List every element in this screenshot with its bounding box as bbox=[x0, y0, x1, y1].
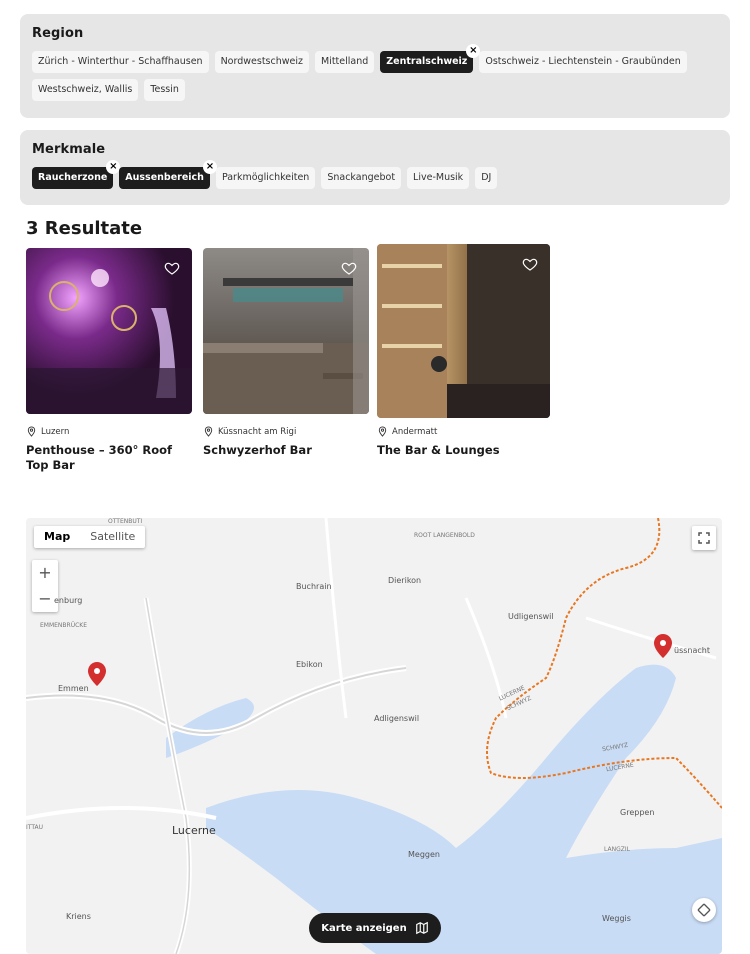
region-chips: Zürich - Winterthur - Schaffhausen Nordwe… bbox=[32, 44, 718, 101]
result-image[interactable] bbox=[26, 248, 192, 414]
filter-chip-label: Raucherzone bbox=[38, 172, 108, 183]
recenter-icon bbox=[697, 903, 711, 917]
result-image[interactable] bbox=[203, 248, 369, 414]
filter-chip-label: Nordwestschweiz bbox=[220, 56, 303, 67]
filter-chip-label: DJ bbox=[481, 172, 492, 183]
filter-chip[interactable]: Aussenbereich × bbox=[119, 160, 217, 189]
result-name[interactable]: Schwyzerhof Bar bbox=[203, 443, 369, 458]
map-label-ittau: ITTAU bbox=[26, 824, 44, 831]
filter-chip[interactable]: DJ bbox=[475, 167, 498, 189]
features-title: Merkmale bbox=[32, 142, 106, 157]
map-label-langzil: LANGZIL bbox=[604, 846, 630, 853]
filter-chip[interactable]: Nordwestschweiz bbox=[214, 51, 309, 73]
show-map-label: Karte anzeigen bbox=[321, 922, 407, 934]
remove-filter-icon[interactable]: × bbox=[202, 160, 217, 174]
filter-chip-label: Snackangebot bbox=[327, 172, 396, 183]
map-type-tabs: Map Satellite bbox=[34, 526, 146, 548]
fullscreen-button[interactable] bbox=[692, 526, 716, 550]
filter-chip[interactable]: Live-Musik bbox=[407, 167, 470, 189]
map-tab-map[interactable]: Map bbox=[34, 526, 80, 548]
result-location: Küssnacht am Rigi bbox=[203, 426, 369, 437]
results-map[interactable]: Map Satellite + − OTTENBÜTI Buchrain Die… bbox=[26, 518, 722, 954]
map-pin-icon[interactable] bbox=[654, 634, 672, 658]
recenter-button[interactable] bbox=[692, 898, 716, 922]
result-card[interactable]: Küssnacht am Rigi Schwyzerhof Bar bbox=[203, 248, 369, 458]
heart-icon[interactable] bbox=[341, 260, 357, 276]
filter-chip-label: Mittelland bbox=[321, 56, 369, 67]
map-label-buchrain: Buchrain bbox=[296, 582, 332, 591]
map-pin-icon[interactable] bbox=[88, 662, 106, 686]
map-label-greppen: Greppen bbox=[620, 808, 655, 817]
map-label-dierikon: Dierikon bbox=[388, 576, 422, 585]
map-label-ebikon: Ebikon bbox=[296, 660, 323, 669]
remove-filter-icon[interactable]: × bbox=[106, 160, 121, 174]
result-card[interactable]: Luzern Penthouse – 360° Roof Top Bar bbox=[26, 248, 192, 473]
remove-filter-icon[interactable]: × bbox=[466, 44, 481, 58]
location-pin-icon bbox=[204, 426, 213, 437]
filter-chip-label: Zentralschweiz bbox=[386, 56, 468, 67]
map-label-lucerne: Lucerne bbox=[172, 824, 216, 837]
map-label-kriens: Kriens bbox=[66, 912, 91, 921]
location-pin-icon bbox=[378, 426, 387, 437]
filter-chip[interactable]: Ostschweiz - Liechtenstein - Graubünden bbox=[479, 51, 687, 73]
filter-chip-label: Aussenbereich bbox=[125, 172, 204, 183]
heart-icon[interactable] bbox=[522, 256, 538, 272]
result-location-text: Luzern bbox=[41, 426, 70, 437]
zoom-in-button[interactable]: + bbox=[32, 560, 58, 586]
filter-chip[interactable]: Zentralschweiz × bbox=[380, 44, 481, 73]
filter-chip-label: Tessin bbox=[150, 84, 179, 95]
map-label-emmenbrucke: EMMENBRÜCKE bbox=[40, 622, 88, 629]
features-filter-panel: Merkmale Raucherzone × Aussenbereich × Parkm… bbox=[20, 130, 730, 205]
map-label-weggis: Weggis bbox=[602, 914, 631, 923]
result-location: Luzern bbox=[26, 426, 192, 437]
show-map-button[interactable]: Karte anzeigen bbox=[309, 913, 441, 943]
filter-chip-label: Westschweiz, Wallis bbox=[38, 84, 133, 95]
map-label-ottenbuti: OTTENBÜTI bbox=[108, 518, 143, 525]
filter-chip-label: Parkmöglichkeiten bbox=[221, 172, 310, 183]
filter-chip-label: Ostschweiz - Liechtenstein - Graubünden bbox=[485, 56, 681, 67]
heart-icon[interactable] bbox=[164, 260, 180, 276]
filter-chip[interactable]: Westschweiz, Wallis bbox=[32, 79, 139, 101]
feature-chips: Raucherzone × Aussenbereich × Parkmöglichkei… bbox=[32, 160, 718, 189]
filter-chip[interactable]: Raucherzone × bbox=[32, 160, 121, 189]
map-canvas[interactable] bbox=[26, 518, 722, 954]
filter-chip[interactable]: Zürich - Winterthur - Schaffhausen bbox=[32, 51, 209, 73]
map-label-emmen: Emmen bbox=[58, 684, 89, 693]
map-label-kussnacht: üssnacht bbox=[674, 646, 710, 655]
result-card[interactable]: Andermatt The Bar & Lounges bbox=[377, 244, 550, 458]
map-tab-satellite[interactable]: Satellite bbox=[80, 526, 145, 548]
map-label-root: ROOT LANGENBOLD bbox=[414, 532, 475, 539]
map-label-rothenburg: enburg bbox=[54, 596, 83, 605]
result-image[interactable] bbox=[377, 244, 550, 418]
region-filter-panel: Region Zürich - Winterthur - Schaffhause… bbox=[20, 14, 730, 118]
result-location-text: Andermatt bbox=[392, 426, 438, 437]
filter-chip-label: Zürich - Winterthur - Schaffhausen bbox=[38, 56, 203, 67]
filter-chip[interactable]: Tessin bbox=[144, 79, 185, 101]
results-count-heading: 3 Resultate bbox=[26, 218, 143, 239]
result-location-text: Küssnacht am Rigi bbox=[218, 426, 297, 437]
result-location: Andermatt bbox=[377, 426, 550, 437]
result-name[interactable]: Penthouse – 360° Roof Top Bar bbox=[26, 443, 192, 473]
location-pin-icon bbox=[27, 426, 36, 437]
region-title: Region bbox=[32, 26, 84, 41]
map-label-adligenswil: Adligenswil bbox=[374, 714, 420, 723]
result-name[interactable]: The Bar & Lounges bbox=[377, 443, 550, 458]
filter-chip[interactable]: Parkmöglichkeiten bbox=[215, 167, 316, 189]
filter-chip[interactable]: Mittelland bbox=[315, 51, 375, 73]
map-icon bbox=[415, 921, 428, 935]
map-label-udligenswil: Udligenswil bbox=[508, 612, 554, 621]
filter-chip-label: Live-Musik bbox=[413, 172, 464, 183]
map-label-meggen: Meggen bbox=[408, 850, 440, 859]
filter-chip[interactable]: Snackangebot bbox=[321, 167, 402, 189]
fullscreen-icon bbox=[698, 532, 710, 544]
